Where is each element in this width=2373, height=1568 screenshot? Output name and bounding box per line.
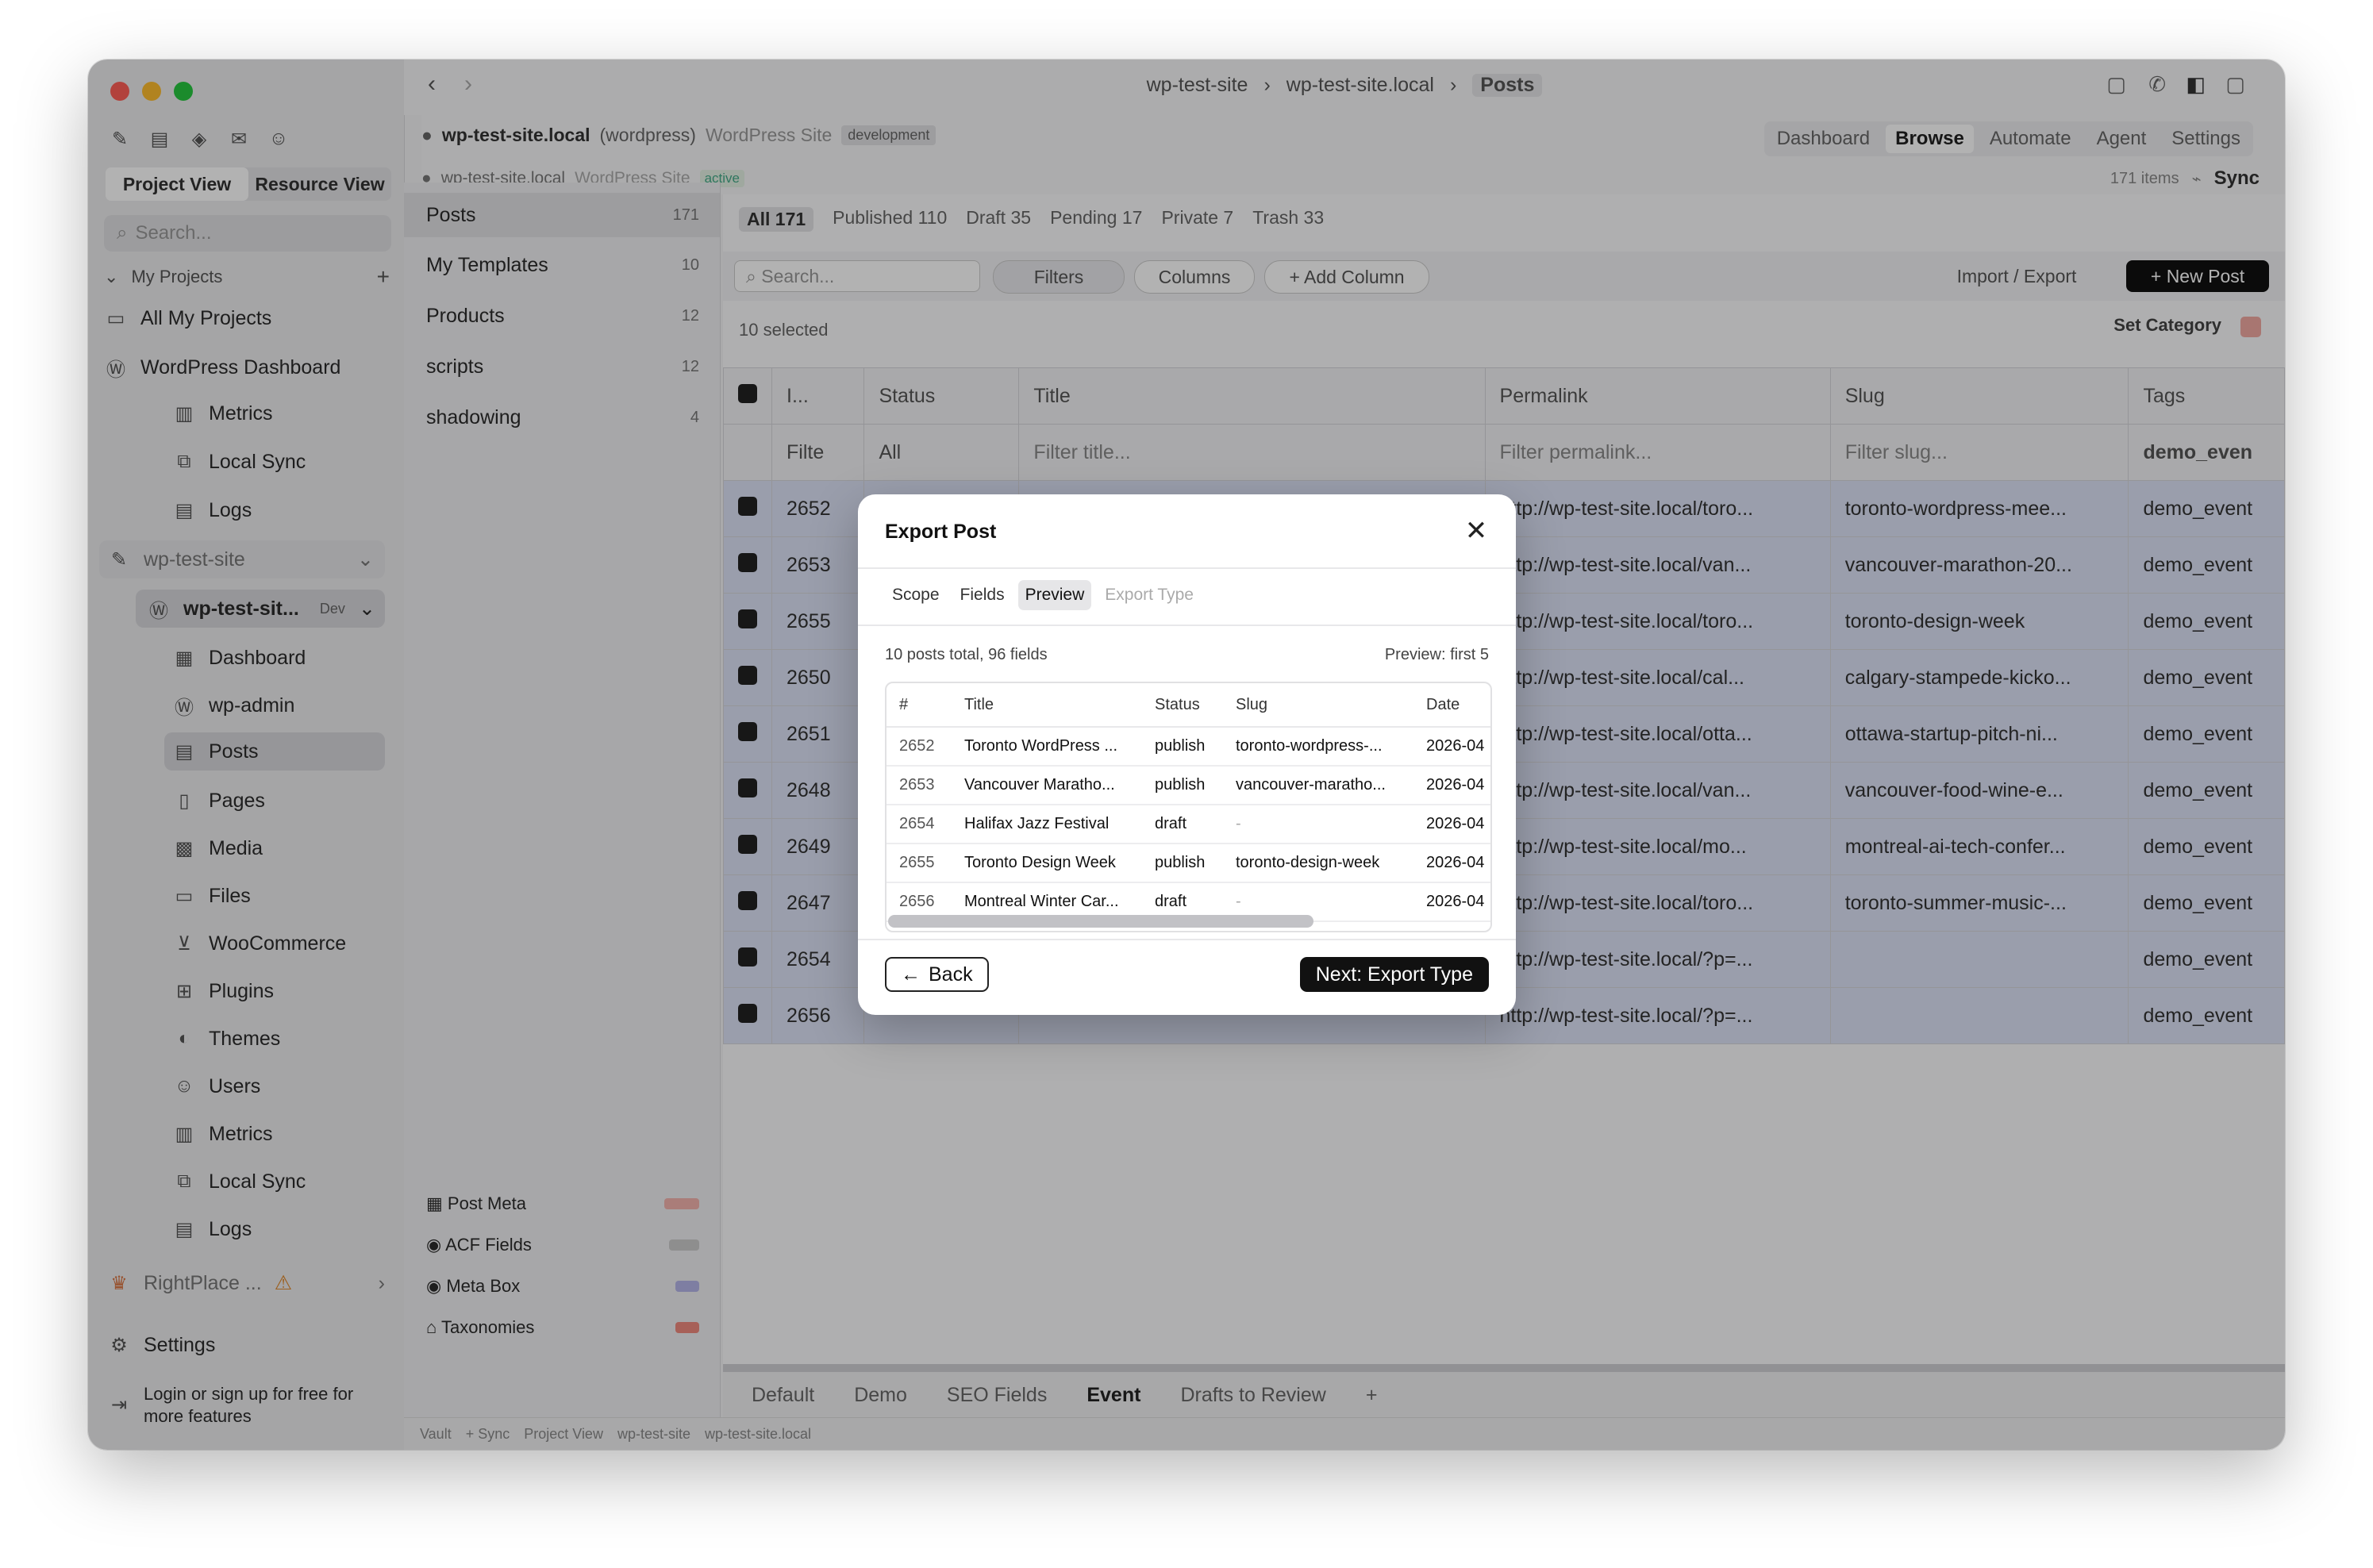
divider: [858, 939, 1516, 940]
cell-status: publish: [1142, 844, 1223, 883]
horizontal-scrollbar[interactable]: [888, 915, 1313, 928]
divider: [858, 567, 1516, 569]
dialog-tabs: Scope Fields Preview Export Type: [885, 580, 1201, 610]
cell-id: 2653: [887, 766, 952, 805]
col-slug-header: Slug: [1223, 683, 1413, 728]
cell-date: 2026-04: [1413, 805, 1490, 844]
preview-row: 2655 Toronto Design Week publish toronto-de…: [887, 844, 1490, 883]
cell-id: 2655: [887, 844, 952, 883]
cell-date: 2026-04: [1413, 727, 1490, 767]
dialog-title: Export Post: [885, 521, 997, 543]
preview-row: 2654 Halifax Jazz Festival draft -2026-04: [887, 805, 1490, 844]
cell-title: Halifax Jazz Festival: [952, 805, 1142, 844]
export-post-dialog: Export Post ✕ Scope Fields Preview Expor…: [858, 494, 1516, 1015]
cell-status: draft: [1142, 805, 1223, 844]
cell-slug: toronto-wordpress-...: [1223, 727, 1413, 767]
preview-note: Preview: first 5: [1384, 646, 1489, 663]
arrow-left-icon: ←: [901, 963, 921, 986]
preview-row: 2652 Toronto WordPress ... publish toronto-…: [887, 727, 1490, 767]
cell-slug: vancouver-maratho...: [1223, 766, 1413, 805]
tab-scope[interactable]: Scope: [885, 580, 947, 610]
next-export-type-button[interactable]: Next: Export Type: [1299, 957, 1489, 992]
close-icon[interactable]: ✕: [1460, 515, 1492, 547]
divider: [858, 625, 1516, 626]
cell-title: Vancouver Maratho...: [952, 766, 1142, 805]
next-label: Next: Export Type: [1315, 963, 1473, 986]
cell-date: 2026-04: [1413, 844, 1490, 883]
col-date-header: Date: [1413, 683, 1490, 728]
cell-slug: -: [1223, 805, 1413, 844]
preview-row: 2653 Vancouver Maratho... publish vancouver…: [887, 766, 1490, 805]
cell-status: publish: [1142, 766, 1223, 805]
cell-date: 2026-04: [1413, 766, 1490, 805]
cell-id: 2652: [887, 727, 952, 767]
cell-id: 2654: [887, 805, 952, 844]
col-status-header: Status: [1142, 683, 1223, 728]
col-number-header: #: [887, 683, 952, 728]
tab-fields[interactable]: Fields: [953, 580, 1012, 610]
cell-slug: toronto-design-week: [1223, 844, 1413, 883]
cell-date: 2026-04: [1413, 882, 1490, 922]
cell-title: Toronto WordPress ...: [952, 727, 1142, 767]
cell-title: Toronto Design Week: [952, 844, 1142, 883]
back-button[interactable]: ← Back: [885, 957, 989, 992]
back-label: Back: [929, 963, 973, 986]
preview-table[interactable]: # Title Status Slug Date 2652 Toronto Wor…: [885, 682, 1492, 932]
cell-status: publish: [1142, 727, 1223, 767]
col-title-header: Title: [952, 683, 1142, 728]
tab-preview[interactable]: Preview: [1017, 580, 1092, 610]
tab-export-type: Export Type: [1105, 586, 1194, 604]
export-summary: 10 posts total, 96 fields: [885, 646, 1048, 663]
